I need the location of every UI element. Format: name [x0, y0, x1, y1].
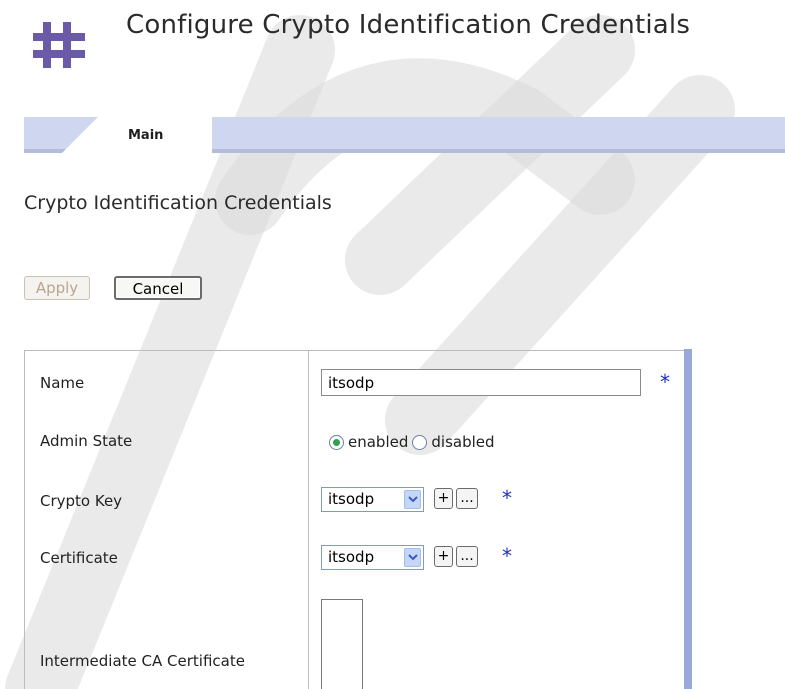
panel-accent-bar	[684, 349, 692, 689]
certificate-add-button[interactable]: +	[434, 546, 453, 567]
certificate-label: Certificate	[40, 549, 118, 567]
crypto-key-add-button[interactable]: +	[434, 488, 453, 509]
intermediate-ca-listbox[interactable]	[321, 599, 363, 689]
chevron-down-icon[interactable]	[404, 548, 421, 567]
crypto-key-more-button[interactable]: ...	[456, 488, 478, 509]
certificate-required-mark: *	[502, 544, 512, 568]
radio-enabled-label[interactable]: enabled	[348, 433, 408, 451]
crypto-key-selected-value: itsodp	[328, 490, 375, 508]
section-title: Crypto Identification Credentials	[24, 192, 332, 214]
name-required-mark: *	[660, 370, 670, 394]
chevron-down-icon[interactable]	[404, 490, 421, 509]
intermediate-ca-label: Intermediate CA Certificate	[40, 652, 245, 670]
cancel-button[interactable]: Cancel	[114, 276, 202, 300]
crypto-key-required-mark: *	[502, 486, 512, 510]
column-divider	[308, 351, 309, 689]
admin-state-label: Admin State	[40, 432, 133, 450]
tab-main[interactable]: Main	[62, 117, 212, 153]
certificate-select[interactable]: itsodp	[321, 545, 424, 570]
certificate-selected-value: itsodp	[328, 548, 375, 566]
certificate-more-button[interactable]: ...	[456, 546, 478, 567]
crypto-key-label: Crypto Key	[40, 492, 123, 510]
radio-disabled[interactable]	[412, 434, 428, 450]
tab-main-label: Main	[128, 128, 164, 143]
radio-enabled[interactable]	[329, 434, 344, 450]
hash-grid-icon	[33, 22, 85, 68]
admin-state-radio-group: enabled disabled	[329, 431, 499, 453]
name-label: Name	[40, 374, 85, 392]
radio-disabled-label[interactable]: disabled	[431, 433, 494, 451]
page-title: Configure Crypto Identification Credenti…	[126, 10, 691, 40]
tab-bar: Main	[24, 117, 785, 153]
name-input[interactable]	[321, 369, 641, 396]
apply-button[interactable]: Apply	[24, 276, 90, 300]
crypto-key-select[interactable]: itsodp	[321, 487, 424, 512]
